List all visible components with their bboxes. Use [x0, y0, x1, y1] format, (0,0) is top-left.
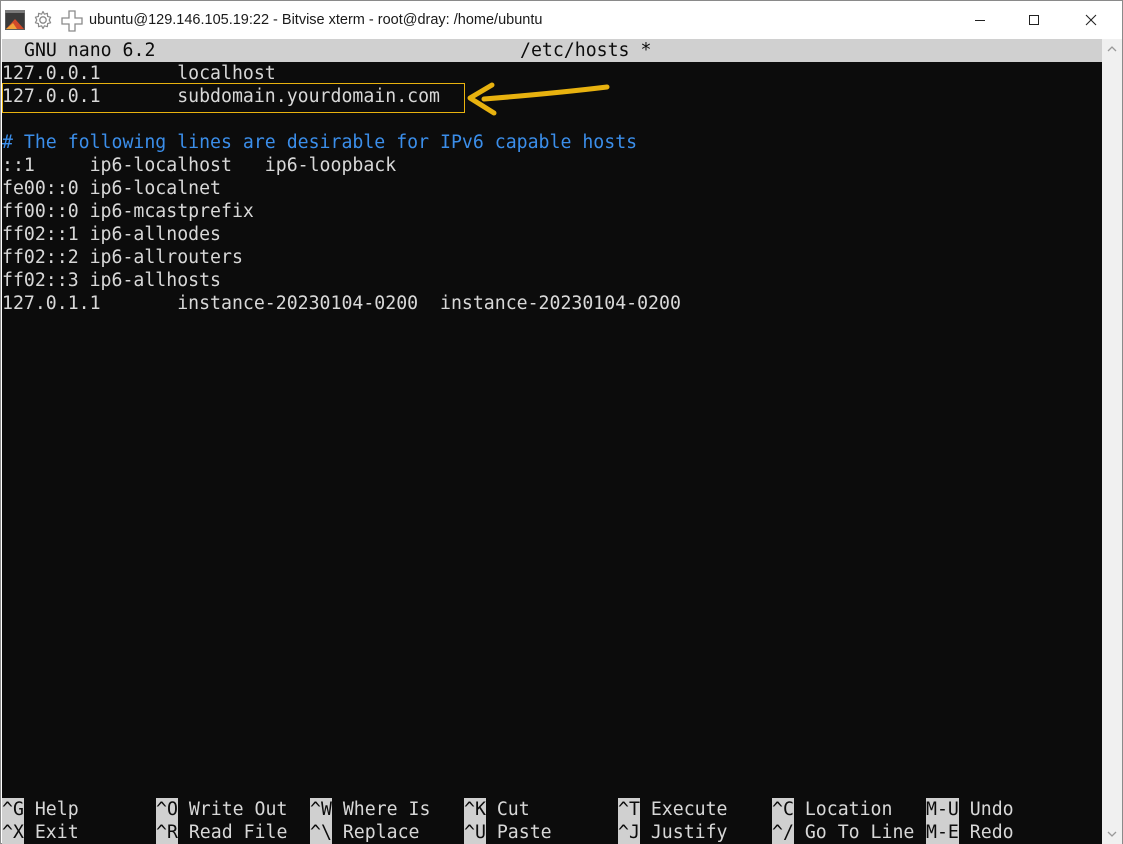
close-icon	[1085, 14, 1097, 26]
shortcut-key: ^C	[772, 798, 794, 821]
shortcut-label: Cut	[485, 799, 530, 820]
file-line[interactable]: ff02::3 ip6-allhosts	[2, 269, 221, 292]
shortcut-go-to-line[interactable]: ^/ Go To Line	[772, 821, 914, 844]
shortcut-label: Replace	[331, 822, 420, 843]
shortcut-exit[interactable]: ^X Exit	[2, 821, 79, 844]
terminal-screen[interactable]: GNU nano 6.2 /etc/hosts * 127.0.0.1 loca…	[2, 39, 1102, 844]
gear-icon[interactable]	[33, 10, 53, 30]
shortcut-replace[interactable]: ^\ Replace	[310, 821, 420, 844]
shortcut-execute[interactable]: ^T Execute	[618, 798, 728, 821]
nano-filename: /etc/hosts *	[520, 40, 652, 61]
shortcut-write-out[interactable]: ^O Write Out	[156, 798, 287, 821]
shortcut-key: ^W	[310, 798, 332, 821]
scroll-up-arrow-icon[interactable]	[1107, 44, 1117, 54]
minimize-button[interactable]	[957, 1, 1003, 39]
shortcut-justify[interactable]: ^J Justify	[618, 821, 728, 844]
file-line[interactable]: ff02::2 ip6-allrouters	[2, 246, 243, 269]
shortcut-label: Location	[793, 799, 893, 820]
nano-header: GNU nano 6.2 /etc/hosts *	[2, 39, 1102, 62]
close-button[interactable]	[1068, 1, 1114, 39]
shortcut-label: Help	[23, 799, 79, 820]
annotation-arrow-icon	[467, 82, 610, 116]
shortcut-where-is[interactable]: ^W Where Is	[310, 798, 430, 821]
shortcut-label: Read File	[177, 822, 288, 843]
shortcut-read-file[interactable]: ^R Read File	[156, 821, 287, 844]
shortcut-key: ^X	[2, 821, 24, 844]
shortcut-paste[interactable]: ^U Paste	[464, 821, 552, 844]
vertical-scrollbar[interactable]	[1102, 39, 1122, 844]
shortcut-key: ^R	[156, 821, 178, 844]
maximize-icon	[1029, 15, 1039, 25]
shortcut-undo[interactable]: M-U Undo	[926, 798, 1014, 821]
minimize-icon	[975, 20, 985, 21]
title-bar[interactable]: ubuntu@129.146.105.19:22 - Bitvise xterm…	[1, 1, 1122, 39]
shortcut-label: Go To Line	[793, 822, 915, 843]
plus-icon[interactable]	[61, 10, 83, 32]
scroll-down-arrow-icon[interactable]	[1107, 829, 1117, 839]
shortcut-key: ^K	[464, 798, 486, 821]
window-title: ubuntu@129.146.105.19:22 - Bitvise xterm…	[89, 12, 543, 28]
shortcut-label: Where Is	[331, 799, 431, 820]
file-line[interactable]: ff02::1 ip6-allnodes	[2, 223, 221, 246]
file-line-comment[interactable]: # The following lines are desirable for …	[2, 131, 637, 154]
shortcut-key: ^J	[618, 821, 640, 844]
shortcut-key: ^U	[464, 821, 486, 844]
nano-version: GNU nano 6.2	[24, 40, 156, 61]
file-line[interactable]: ff00::0 ip6-mcastprefix	[2, 200, 254, 223]
shortcut-redo[interactable]: M-E Redo	[926, 821, 1014, 844]
file-line[interactable]: 127.0.1.1 instance-20230104-0200 instanc…	[2, 292, 681, 315]
file-line[interactable]: 127.0.0.1 localhost	[2, 62, 276, 85]
shortcut-label: Write Out	[177, 799, 288, 820]
annotation-highlight-box	[2, 83, 465, 113]
file-line[interactable]: ::1 ip6-localhost ip6-loopback	[2, 154, 396, 177]
shortcut-key: ^T	[618, 798, 640, 821]
shortcut-key: ^O	[156, 798, 178, 821]
shortcut-label: Undo	[958, 799, 1014, 820]
shortcut-label: Justify	[639, 822, 728, 843]
shortcut-key: ^G	[2, 798, 24, 821]
file-line[interactable]: fe00::0 ip6-localnet	[2, 177, 221, 200]
shortcut-label: Paste	[485, 822, 552, 843]
terminal-window: ubuntu@129.146.105.19:22 - Bitvise xterm…	[0, 0, 1123, 844]
shortcut-key: M-U	[926, 798, 959, 821]
shortcut-key: M-E	[926, 821, 959, 844]
shortcut-help[interactable]: ^G Help	[2, 798, 79, 821]
shortcut-location[interactable]: ^C Location	[772, 798, 892, 821]
shortcut-label: Exit	[23, 822, 79, 843]
shortcut-label: Execute	[639, 799, 728, 820]
shortcut-key: ^\	[310, 821, 332, 844]
shortcut-cut[interactable]: ^K Cut	[464, 798, 530, 821]
shortcut-key: ^/	[772, 821, 794, 844]
shortcut-label: Redo	[958, 822, 1014, 843]
maximize-button[interactable]	[1011, 1, 1057, 39]
terminal-app-icon[interactable]	[5, 10, 25, 30]
